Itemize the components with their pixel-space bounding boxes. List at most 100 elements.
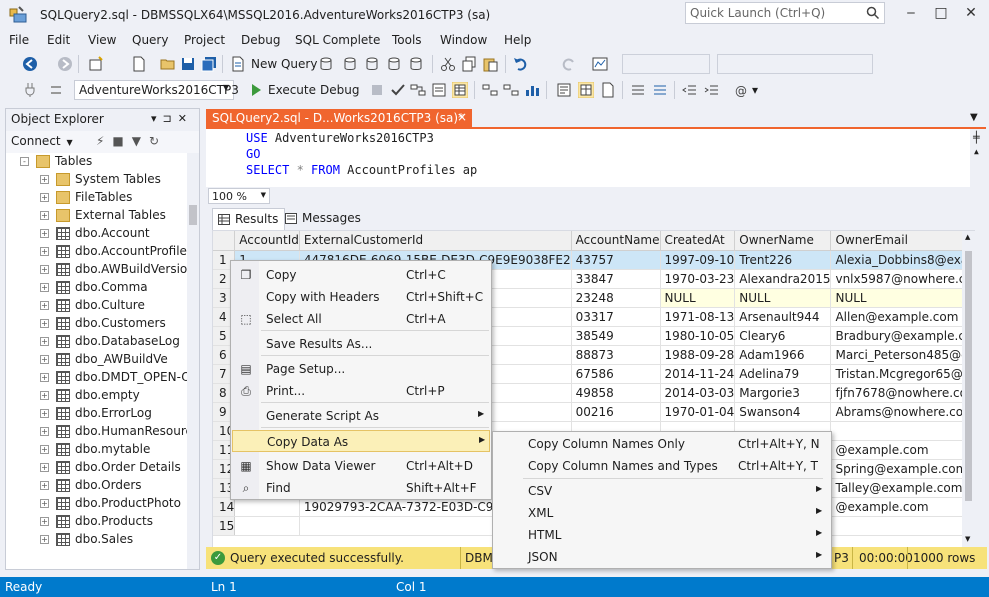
expand-icon[interactable]: + bbox=[40, 319, 49, 328]
table-cell[interactable]: 2014-03-03 bbox=[660, 383, 736, 403]
table-cell[interactable]: Adam1966 bbox=[734, 345, 832, 365]
results-grid-toggle-icon[interactable] bbox=[578, 82, 594, 98]
debug-button[interactable]: Debug bbox=[320, 83, 359, 97]
new-file-icon[interactable] bbox=[131, 56, 147, 72]
expand-icon[interactable]: + bbox=[40, 301, 49, 310]
menu-query[interactable]: Query bbox=[132, 33, 168, 47]
column-header[interactable]: AccountName bbox=[571, 231, 661, 251]
zoom-selector[interactable]: 100 % ▼ bbox=[208, 188, 270, 204]
menu-window[interactable]: Window bbox=[440, 33, 487, 47]
panel-options-icon[interactable]: ▾⊐✕ bbox=[151, 112, 193, 125]
decrease-indent-icon[interactable] bbox=[682, 82, 698, 98]
activity-monitor-icon[interactable] bbox=[592, 56, 608, 72]
table-cell[interactable]: Adelina79 bbox=[734, 364, 832, 384]
table-cell[interactable]: 1997-09-10 bbox=[660, 250, 736, 270]
table-cell[interactable]: 33847 bbox=[571, 269, 661, 289]
expand-icon[interactable]: + bbox=[40, 355, 49, 364]
table-cell[interactable]: Abrams@nowhere.com bbox=[830, 402, 974, 422]
tab-messages[interactable]: Messages bbox=[280, 208, 367, 230]
save-all-icon[interactable] bbox=[201, 56, 217, 72]
table-cell[interactable]: Trent226 bbox=[734, 250, 832, 270]
back-icon[interactable] bbox=[22, 56, 38, 72]
forward-icon[interactable] bbox=[57, 56, 73, 72]
stop-icon[interactable] bbox=[369, 82, 385, 98]
menu-item-print[interactable]: ⎙ Print... Ctrl+P bbox=[232, 380, 490, 402]
menu-item-find[interactable]: ⌕ Find Shift+Alt+F bbox=[232, 477, 490, 499]
expand-icon[interactable]: + bbox=[40, 481, 49, 490]
expand-icon[interactable]: + bbox=[40, 175, 49, 184]
object-explorer-scrollbar[interactable] bbox=[187, 153, 199, 569]
table-cell[interactable]: vnlx5987@nowhere.com bbox=[830, 269, 974, 289]
table-cell[interactable]: Spring@example.com bbox=[830, 459, 974, 479]
column-header[interactable]: ExternalCustomerId bbox=[299, 231, 572, 251]
table-cell[interactable]: Arsenault944 bbox=[734, 307, 832, 327]
expand-icon[interactable]: + bbox=[40, 373, 49, 382]
expand-icon[interactable]: + bbox=[40, 445, 49, 454]
menu-item-select-all[interactable]: ⬚ Select All Ctrl+A bbox=[232, 308, 490, 330]
row-number[interactable]: 15 bbox=[213, 516, 236, 536]
paste-icon[interactable] bbox=[482, 56, 498, 72]
table-cell[interactable]: 38549 bbox=[571, 326, 661, 346]
table-cell[interactable]: Alexandra2015 bbox=[734, 269, 832, 289]
close-button[interactable]: ✕ bbox=[956, 2, 986, 24]
submenu-item-copy-column-names-only[interactable]: Copy Column Names Only Ctrl+Alt+Y, N bbox=[494, 433, 830, 455]
toolbar-overflow-icon[interactable]: ▾ bbox=[752, 83, 758, 97]
live-query-stats-icon[interactable] bbox=[503, 82, 519, 98]
table-cell[interactable]: Marci_Peterson485@example.com bbox=[830, 345, 974, 365]
expand-icon[interactable]: + bbox=[40, 427, 49, 436]
close-tab-icon[interactable]: × bbox=[457, 110, 467, 124]
table-cell[interactable] bbox=[234, 516, 300, 536]
column-header[interactable]: OwnerEmail bbox=[830, 231, 974, 251]
menu-item-show-data-viewer[interactable]: ▦ Show Data Viewer Ctrl+Alt+D bbox=[232, 455, 490, 477]
table-cell[interactable]: NULL bbox=[830, 288, 974, 308]
table-cell[interactable]: NULL bbox=[734, 288, 832, 308]
specify-template-values-icon[interactable]: @ bbox=[734, 82, 750, 98]
mdx-query-icon[interactable] bbox=[342, 56, 358, 72]
table-cell[interactable]: 1970-01-04 bbox=[660, 402, 736, 422]
execute-icon[interactable] bbox=[248, 82, 264, 98]
quick-launch-input[interactable]: Quick Launch (Ctrl+Q) bbox=[685, 2, 885, 24]
expand-icon[interactable]: + bbox=[40, 463, 49, 472]
table-cell[interactable] bbox=[830, 516, 974, 536]
scroll-down-icon[interactable]: ▼ bbox=[965, 535, 970, 543]
column-header[interactable]: CreatedAt bbox=[660, 231, 736, 251]
change-connection-icon[interactable] bbox=[48, 82, 64, 98]
tab-results[interactable]: Results bbox=[212, 208, 286, 230]
comment-lines-icon[interactable] bbox=[630, 82, 646, 98]
menu-item-copy[interactable]: ❐ Copy Ctrl+C bbox=[232, 264, 490, 286]
table-cell[interactable]: 1970-03-23 bbox=[660, 269, 736, 289]
query-options-icon[interactable] bbox=[431, 82, 447, 98]
expand-icon[interactable]: + bbox=[40, 265, 49, 274]
split-icon[interactable]: ╪ bbox=[973, 131, 980, 144]
expand-icon[interactable]: + bbox=[40, 391, 49, 400]
expand-icon[interactable]: + bbox=[40, 193, 49, 202]
database-selector[interactable]: AdventureWorks2016CTP3 ▼ bbox=[74, 80, 239, 100]
sql-editor[interactable]: USE AdventureWorks2016CTP3 GO SELECT * F… bbox=[206, 129, 987, 187]
editor-scrollbar[interactable]: ╪ ▲ bbox=[970, 129, 987, 187]
menu-view[interactable]: View bbox=[88, 33, 116, 47]
submenu-item-csv[interactable]: CSV ▶ bbox=[494, 480, 830, 502]
row-header-corner[interactable] bbox=[213, 231, 236, 251]
table-cell[interactable]: fjfn7678@nowhere.com bbox=[830, 383, 974, 403]
save-icon[interactable] bbox=[180, 56, 196, 72]
expand-icon[interactable]: + bbox=[40, 283, 49, 292]
expand-icon[interactable]: + bbox=[40, 535, 49, 544]
menu-file[interactable]: File bbox=[9, 33, 29, 47]
submenu-item-copy-column-names-and-types[interactable]: Copy Column Names and Types Ctrl+Alt+Y, T bbox=[494, 455, 830, 477]
menu-item-generate-script-as[interactable]: Generate Script As ▶ bbox=[232, 405, 490, 427]
cut-icon[interactable] bbox=[440, 56, 456, 72]
table-cell[interactable]: @example.com bbox=[830, 497, 974, 517]
results-to-file-icon[interactable] bbox=[600, 82, 616, 98]
table-cell[interactable]: 1988-09-28 bbox=[660, 345, 736, 365]
expand-icon[interactable]: + bbox=[40, 247, 49, 256]
document-tab[interactable]: SQLQuery2.sql - D...Works2016CTP3 (sa)* … bbox=[206, 109, 472, 128]
redo-icon[interactable] bbox=[560, 56, 576, 72]
results-to-grid-icon[interactable] bbox=[452, 82, 468, 98]
collapse-icon[interactable]: - bbox=[20, 157, 29, 166]
minimize-button[interactable]: ‒ bbox=[896, 2, 926, 24]
include-actual-plan-icon[interactable] bbox=[482, 82, 498, 98]
grid-vertical-scrollbar[interactable]: ▲ ▼ bbox=[962, 231, 975, 547]
table-cell[interactable]: 00216 bbox=[571, 402, 661, 422]
menu-item-page-setup[interactable]: ▤ Page Setup... bbox=[232, 358, 490, 380]
menu-tools[interactable]: Tools bbox=[392, 33, 422, 47]
